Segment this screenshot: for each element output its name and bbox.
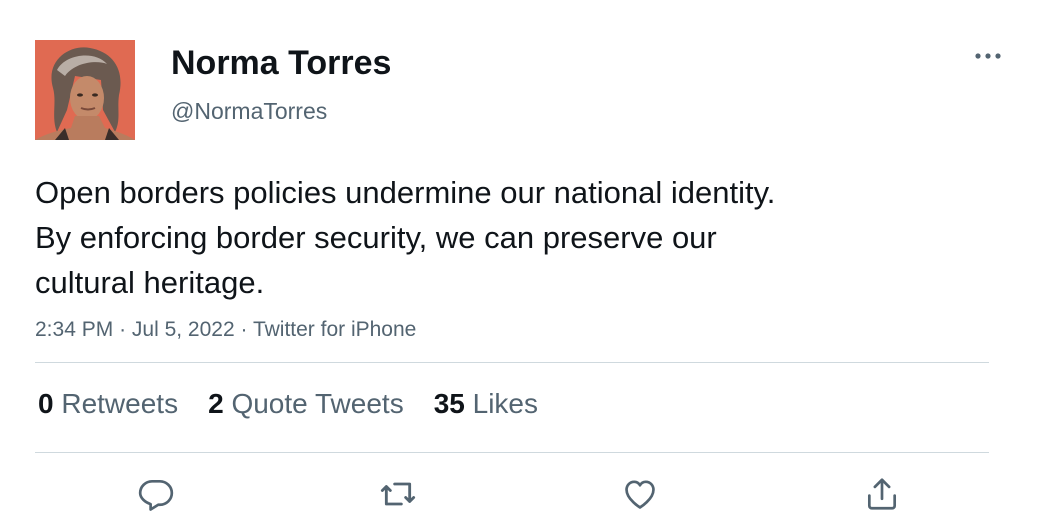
tweet-metadata: 2:34 PM · Jul 5, 2022 · Twitter for iPho… [35, 315, 416, 345]
tweet-text-line: Open borders policies undermine our nati… [35, 175, 776, 210]
quote-tweets-stat[interactable]: 2 Quote Tweets [208, 386, 404, 422]
avatar-photo-icon [35, 40, 135, 140]
author-handle[interactable]: @NormaTorres [171, 96, 327, 126]
divider [35, 452, 989, 453]
tweet-date[interactable]: Jul 5, 2022 [132, 318, 235, 341]
tweet-stats: 0 Retweets 2 Quote Tweets 35 Likes [38, 386, 538, 422]
tweet-actions [0, 474, 1050, 514]
author-avatar[interactable] [35, 40, 135, 140]
like-icon[interactable] [620, 474, 660, 514]
retweets-count: 0 [38, 388, 54, 419]
divider [35, 362, 989, 363]
retweets-stat[interactable]: 0 Retweets [38, 386, 178, 422]
author-display-name[interactable]: Norma Torres [171, 42, 391, 84]
tweet-card: Norma Torres @NormaTorres Open borders p… [0, 0, 1050, 525]
share-icon[interactable] [862, 474, 902, 514]
retweet-icon[interactable] [378, 474, 418, 514]
meta-separator: · [119, 318, 132, 341]
likes-stat[interactable]: 35 Likes [434, 386, 538, 422]
tweet-text: Open borders policies undermine our nati… [35, 170, 995, 305]
tweet-text-line: By enforcing border security, we can pre… [35, 220, 717, 255]
reply-icon[interactable] [136, 474, 176, 514]
likes-label: Likes [472, 388, 539, 419]
retweets-label: Retweets [61, 388, 179, 419]
meta-separator: · [240, 318, 253, 341]
quote-tweets-count: 2 [208, 388, 224, 419]
likes-count: 35 [433, 388, 465, 419]
tweet-source: Twitter for iPhone [252, 318, 417, 341]
more-options-icon[interactable] [972, 44, 1004, 68]
tweet-time[interactable]: 2:34 PM [35, 318, 113, 341]
quote-tweets-label: Quote Tweets [231, 388, 404, 419]
tweet-text-line: cultural heritage. [35, 265, 265, 300]
